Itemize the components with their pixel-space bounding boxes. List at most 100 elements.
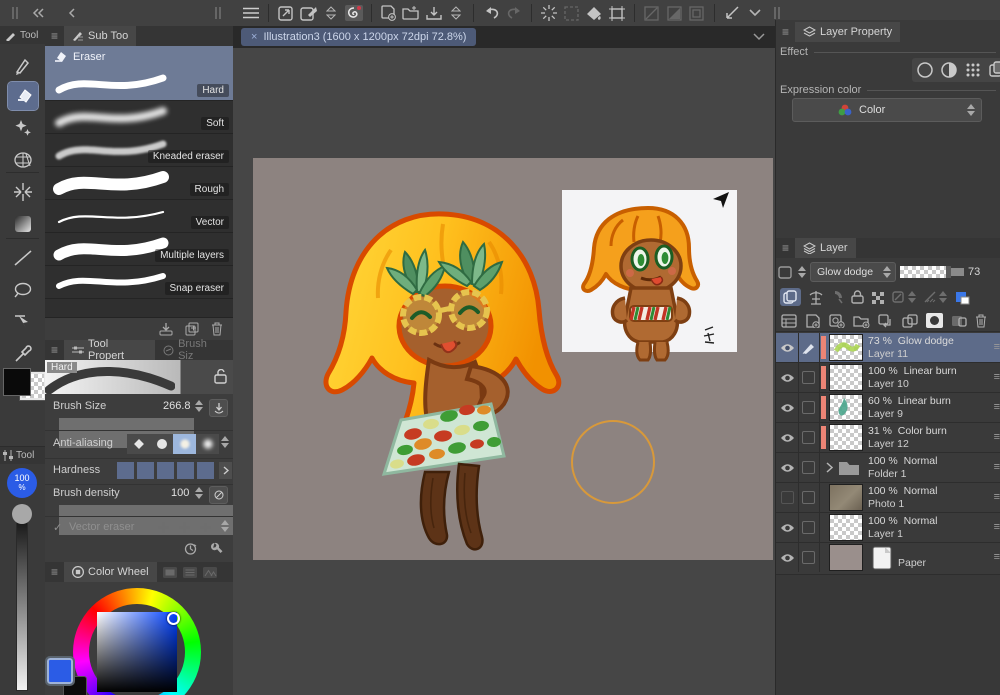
layer-color-tag[interactable] [821, 366, 826, 389]
layer-thumb-size-icon[interactable] [778, 265, 794, 280]
panel-menu-icon[interactable]: ≡ [45, 565, 64, 579]
layer-menu-icon[interactable]: ≡ [994, 431, 1000, 443]
fill-icon[interactable] [583, 2, 605, 24]
panel-menu-icon[interactable]: ≡ [776, 25, 795, 39]
editing-target-checkbox[interactable] [798, 393, 820, 422]
layer-opacity-slider[interactable] [900, 266, 964, 278]
visibility-toggle[interactable] [776, 513, 799, 542]
layer-row-paper[interactable]: Paper ≡ [776, 543, 1000, 575]
layer-color-tag[interactable] [821, 426, 826, 449]
editing-target-pen-icon[interactable] [798, 333, 820, 362]
tab-color-history-icon[interactable] [202, 566, 217, 578]
tab-tool-property[interactable]: Tool Propert [64, 338, 156, 362]
decoration-tool-icon[interactable] [8, 114, 38, 142]
gradient-tool-icon[interactable] [8, 210, 38, 238]
editing-target-checkbox[interactable] [798, 513, 820, 542]
csp-logo-icon[interactable] [342, 2, 364, 24]
aa-medium-button[interactable] [173, 434, 196, 454]
layer-row-photo1[interactable]: 100 % Normal Photo 1 ≡ [776, 483, 1000, 513]
opacity-slider-track[interactable] [16, 517, 28, 691]
main-color-swatch[interactable] [3, 368, 31, 396]
merge-down-icon[interactable] [902, 313, 918, 328]
new-file-icon[interactable] [378, 2, 400, 24]
visibility-toggle[interactable] [776, 333, 799, 362]
panel-menu-icon[interactable]: ≡ [45, 343, 64, 357]
collapse-left-icon[interactable] [26, 2, 48, 24]
visibility-toggle[interactable] [776, 453, 799, 482]
brush-size-stepper[interactable] [195, 400, 203, 412]
opacity-slider-knob[interactable] [12, 504, 32, 524]
tab-sub-tool[interactable]: Sub Too [64, 26, 137, 46]
layer-menu-icon[interactable]: ≡ [994, 461, 1000, 473]
editing-target-checkbox[interactable] [798, 423, 820, 452]
visibility-toggle[interactable] [776, 393, 799, 422]
visibility-toggle[interactable] [776, 483, 799, 512]
layer-menu-icon[interactable]: ≡ [994, 551, 1000, 563]
tone-effect-icon[interactable] [940, 61, 958, 79]
artboard[interactable] [253, 158, 773, 560]
hardness-step-3[interactable] [157, 462, 174, 479]
set-reference-button[interactable] [892, 290, 916, 304]
aa-strong-button[interactable] [196, 434, 219, 454]
layer-thumbnail[interactable] [829, 514, 863, 541]
hardness-expand-button[interactable] [219, 462, 232, 479]
reset-settings-icon[interactable] [184, 542, 197, 555]
lock-transparent-icon[interactable] [871, 291, 885, 304]
new-raster-layer-icon[interactable] [805, 313, 821, 328]
ruler-button[interactable] [923, 290, 947, 304]
tab-color-slider-icon[interactable] [162, 566, 177, 578]
toolbar-chevron-down-icon[interactable] [743, 2, 765, 24]
editing-target-checkbox[interactable] [798, 363, 820, 392]
layer-menu-icon[interactable]: ≡ [994, 371, 1000, 383]
brush-size-value[interactable]: 266.8 [163, 400, 191, 412]
save-icon[interactable] [423, 2, 445, 24]
new-window-icon[interactable] [275, 2, 297, 24]
brush-size-dynamics-button[interactable] [209, 399, 228, 417]
eyedropper-tool-icon[interactable] [8, 340, 38, 368]
layer-row-layer11[interactable]: 73 % Glow dodge Layer 11 ≡ [776, 333, 1000, 363]
layer-menu-icon[interactable]: ≡ [994, 341, 1000, 353]
select-area-icon[interactable] [561, 2, 583, 24]
editing-target-checkbox[interactable] [798, 453, 820, 482]
hardness-step-4[interactable] [177, 462, 194, 479]
panel-menu-icon[interactable]: ≡ [45, 29, 64, 43]
selection-launcher-icon[interactable] [641, 2, 663, 24]
document-tab[interactable]: × Illustration3 (1600 x 1200px 72dpi 72.… [241, 28, 477, 46]
clip-to-layer-button[interactable] [780, 288, 801, 306]
erase-whole-line-icon[interactable] [199, 521, 212, 534]
panel-handle-icon[interactable] [4, 2, 26, 24]
lasso-tool-icon[interactable] [8, 276, 38, 304]
layer-color-tag[interactable] [821, 396, 826, 419]
back-chevron-icon[interactable] [61, 2, 83, 24]
brush-row-snap-eraser[interactable]: Snap eraser [45, 266, 233, 299]
editing-target-checkbox[interactable] [798, 543, 820, 572]
tab-layer[interactable]: Layer [795, 238, 856, 258]
layer-thumbnail[interactable] [829, 394, 863, 421]
lock-icon[interactable] [214, 369, 227, 384]
aa-weak-button[interactable] [150, 434, 173, 454]
editing-target-checkbox[interactable] [798, 483, 820, 512]
layer-thumbnail[interactable] [829, 364, 863, 391]
layer-thumbnail[interactable] [829, 334, 863, 361]
pen-tool-icon[interactable] [8, 52, 38, 80]
blend-mode-dropdown[interactable]: Glow dodge [810, 262, 896, 282]
layer-reflect-icon[interactable] [988, 61, 1000, 79]
brush-row-hard[interactable]: Hard [45, 68, 233, 101]
anti-aliasing-stepper[interactable] [221, 436, 229, 448]
line-tool-icon[interactable] [8, 244, 38, 272]
brush-density-stepper[interactable] [195, 487, 203, 499]
brush-density-value[interactable]: 100 [171, 487, 189, 499]
menu-icon[interactable] [240, 2, 262, 24]
transfer-layer-icon[interactable] [878, 313, 894, 328]
apply-mask-icon[interactable] [951, 314, 967, 328]
layer-menu-icon[interactable]: ≡ [994, 521, 1000, 533]
layer-thumbnail[interactable] [829, 484, 863, 511]
hardness-step-1[interactable] [117, 462, 134, 479]
layer-mask-icon[interactable] [926, 313, 943, 328]
tab-color-wheel[interactable]: Color Wheel [64, 562, 157, 582]
layer-opacity-value[interactable]: 73 [968, 266, 980, 278]
visibility-toggle[interactable] [776, 363, 799, 392]
border-effect-icon[interactable] [916, 61, 934, 79]
brush-row-kneaded-eraser[interactable]: Kneaded eraser [45, 134, 233, 167]
import-subtool-icon[interactable] [159, 322, 173, 336]
